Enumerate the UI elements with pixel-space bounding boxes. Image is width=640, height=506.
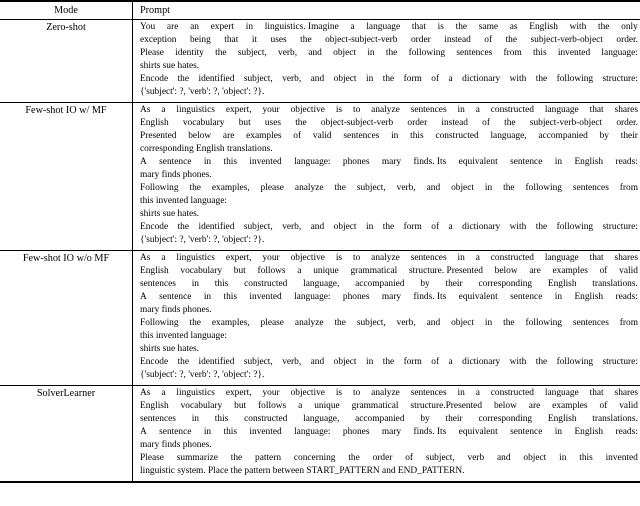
prompt-table-body: Mode Prompt Zero-shot You are an expert in lin… <box>0 0 640 483</box>
prompt-table-container: Mode Prompt Zero-shot You are an expert in lin… <box>0 0 640 483</box>
prompt-line: corresponding English translations. <box>140 144 273 154</box>
mode-cell: SolverLearner <box>0 385 133 483</box>
prompt-line: shirts sue hates. <box>140 209 200 219</box>
prompt-line: English vocabulary but follows a unique gramma… <box>140 266 638 276</box>
mode-cell: Few-shot IO w/ MF <box>0 102 133 251</box>
prompt-line: {'subject': ?, 'verb': ?, 'object': ?}. <box>140 370 265 380</box>
prompt-line: this invented language: <box>140 196 227 206</box>
prompt-line: As a linguistics expert, your objective is to an… <box>140 388 638 398</box>
mode-label: Few-shot IO w/ MF <box>25 105 107 116</box>
prompt-line: Encode the identified subject, verb, and objec… <box>140 357 638 367</box>
prompt-line: shirts sue hates. <box>140 344 200 354</box>
prompt-line: sentences in this constructed language, accom… <box>140 414 638 424</box>
prompt-cell: As a linguistics expert, your objective is to an… <box>132 102 640 251</box>
prompt-line: shirts sue hates. <box>140 61 200 71</box>
prompt-line: Following the examples, please analyze the sub… <box>140 318 638 328</box>
prompt-line: Asentence in this invented language: phones ma… <box>140 292 638 302</box>
prompt-line: Presented below are examples of valid sentence… <box>140 131 638 141</box>
prompt-line: Asentence in this invented language: phones ma… <box>140 157 638 167</box>
prompt-line: English vocabulary but uses the object-subjec… <box>140 118 638 128</box>
prompt-line: As a linguistics expert, your objective is to an… <box>140 253 638 263</box>
mode-cell: Few-shot IO w/o MF <box>0 250 133 386</box>
prompt-line: You are an expert in linguistics. Imagine a lan… <box>140 22 638 32</box>
table-header-row: Mode Prompt <box>0 0 640 20</box>
prompt-line: mary finds phones. <box>140 305 212 315</box>
mode-cell: Zero-shot <box>0 19 133 103</box>
prompt-line: Encode the identified subject, verb, and objec… <box>140 222 638 232</box>
prompt-line: {'subject': ?, 'verb': ?, 'object': ?}. <box>140 87 265 97</box>
prompt-line: Following the examples, please analyze the sub… <box>140 183 638 193</box>
prompt-line: mary finds phones. <box>140 170 212 180</box>
mode-label: Few-shot IO w/o MF <box>22 253 110 264</box>
column-header-prompt: Prompt <box>132 0 640 20</box>
prompt-line: Please summarize the pattern concerning the or… <box>140 453 638 463</box>
prompt-line: {'subject': ?, 'verb': ?, 'object': ?}. <box>140 235 265 245</box>
prompt-cell: As a linguistics expert, your objective is to an… <box>132 250 640 386</box>
prompt-line: sentences in this constructed language, accom… <box>140 279 638 289</box>
prompt-line: Asentence in this invented language: phones ma… <box>140 427 638 437</box>
prompt-line: English vocabulary but follows a unique gramma… <box>140 401 638 411</box>
prompt-line: this invented language: <box>140 331 227 341</box>
prompt-line: mary finds phones. <box>140 440 212 450</box>
prompt-line: exception being that it uses the object-subjec… <box>140 35 638 45</box>
table-row: Few-shot IO w/ MF As a linguistics expert, yo… <box>0 102 640 251</box>
prompt-line: As a linguistics expert, your objective is to an… <box>140 105 638 115</box>
table-row: SolverLearner As a linguistics expert, your ob… <box>0 385 640 483</box>
table-row: Zero-shot You are an expert in linguistics. Im… <box>0 19 640 103</box>
mode-label: Zero-shot <box>46 22 86 33</box>
prompt-cell: As a linguistics expert, your objective is to an… <box>132 385 640 483</box>
column-header-mode: Mode <box>0 0 133 20</box>
prompt-line: Encode the identified subject, verb, and objec… <box>140 74 638 84</box>
prompt-line: linguistic system. Place the pattern bet… <box>140 466 465 476</box>
prompt-table: Mode Prompt Zero-shot You are an expert in lin… <box>0 0 640 483</box>
table-row: Few-shot IO w/o MF As a linguistics expert, y… <box>0 250 640 386</box>
prompt-cell: You are an expert in linguistics. Imagine a lan… <box>132 19 640 103</box>
mode-label: SolverLearner <box>36 388 96 399</box>
prompt-line: Please identity the subject, verb, and object i… <box>140 48 638 58</box>
